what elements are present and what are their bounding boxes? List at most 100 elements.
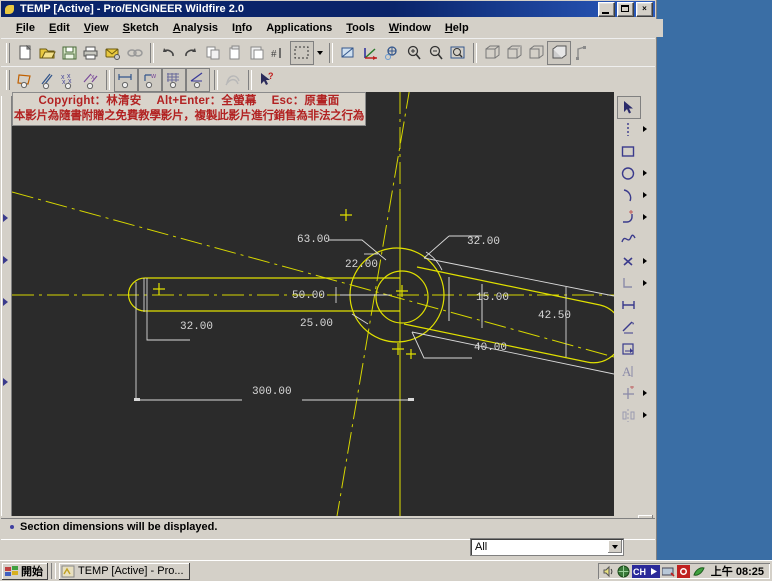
- paste-icon[interactable]: [246, 42, 268, 64]
- sketch-line-thickness-icon[interactable]: [36, 69, 58, 91]
- undo-icon[interactable]: [158, 42, 180, 64]
- sketch-vertices-icon[interactable]: xxxx: [58, 69, 80, 91]
- menu-item-tools[interactable]: Tools: [339, 20, 382, 36]
- status-message: Section dimensions will be displayed.: [20, 521, 218, 533]
- ime-record-icon[interactable]: [676, 564, 690, 578]
- display-no-hidden-icon[interactable]: [525, 42, 547, 64]
- new-file-icon[interactable]: [14, 42, 36, 64]
- help-pointer-icon[interactable]: ?: [256, 69, 278, 91]
- zoom-out-icon[interactable]: [425, 42, 447, 64]
- select-arrow-icon[interactable]: [617, 95, 641, 119]
- link-icon[interactable]: [124, 42, 146, 64]
- sketch-grid-icon[interactable]: [162, 68, 186, 92]
- start-button[interactable]: 開始: [2, 562, 48, 580]
- menu-item-info[interactable]: Info: [225, 20, 259, 36]
- menu-item-analysis[interactable]: Analysis: [166, 20, 225, 36]
- left-panel-expander-top[interactable]: [1, 96, 12, 292]
- arc-icon[interactable]: [617, 185, 639, 206]
- point-icon[interactable]: [617, 251, 639, 272]
- text-icon[interactable]: A: [617, 361, 639, 382]
- trim-icon[interactable]: [617, 383, 639, 404]
- find-icon[interactable]: #: [268, 42, 290, 64]
- use-edge-icon[interactable]: [617, 273, 639, 294]
- repaint-icon[interactable]: [337, 42, 359, 64]
- taskbar-item-proe[interactable]: TEMP [Active] - Pro...: [59, 562, 190, 580]
- circle-more-chevron-right-icon[interactable]: [639, 163, 650, 184]
- left-panel-expander-bottom[interactable]: [1, 292, 12, 516]
- menu-item-file[interactable]: File: [9, 20, 42, 36]
- menu-item-help[interactable]: Help: [438, 20, 476, 36]
- open-file-icon[interactable]: [36, 42, 58, 64]
- display-hidden-line-icon[interactable]: [503, 42, 525, 64]
- network-icon[interactable]: [617, 565, 630, 578]
- dimension-label: 32.00: [467, 236, 500, 248]
- sketch-canvas[interactable]: 63.00 32.00 22.00 50.00 15.00 42.50 25.0…: [12, 92, 614, 516]
- selection-filter-combo[interactable]: All: [470, 538, 624, 556]
- mirror-more-chevron-right-icon[interactable]: [639, 405, 650, 426]
- menu-item-sketch[interactable]: Sketch: [116, 20, 166, 36]
- svg-text:?: ?: [268, 72, 274, 81]
- app-logo-icon: [3, 3, 17, 16]
- refit-icon[interactable]: [447, 42, 469, 64]
- start-label: 開始: [21, 566, 43, 578]
- redo-icon[interactable]: [180, 42, 202, 64]
- vtool-row-point: [617, 250, 654, 272]
- print-icon[interactable]: [80, 42, 102, 64]
- save-icon[interactable]: [58, 42, 80, 64]
- dimension-icon[interactable]: [617, 295, 639, 316]
- copy-icon[interactable]: [224, 42, 246, 64]
- toolbar-grip-2[interactable]: [4, 70, 11, 90]
- constraint-icon[interactable]: [617, 339, 639, 360]
- sketch-shaded-closed-loop-icon[interactable]: [14, 69, 36, 91]
- cut-icon[interactable]: [202, 42, 224, 64]
- spline-icon[interactable]: [617, 229, 639, 250]
- filter-chevron-down-icon[interactable]: [608, 540, 622, 553]
- dimension-label: 32.00: [180, 321, 213, 333]
- modify-dimension-icon[interactable]: [617, 317, 639, 338]
- point-more-chevron-right-icon[interactable]: [639, 251, 650, 272]
- fillet-icon[interactable]: [617, 207, 639, 228]
- use-edge-more-chevron-right-icon[interactable]: [639, 273, 650, 294]
- select-rect-icon[interactable]: [290, 40, 314, 65]
- ime-input-icon[interactable]: [646, 564, 660, 578]
- copyright-line-1: Copyright：林清安 Alt+Enter：全螢幕 Esc：原畫面: [38, 95, 340, 107]
- display-wireframe-icon[interactable]: [481, 42, 503, 64]
- datum-display-icon[interactable]: [571, 42, 593, 64]
- maximize-button[interactable]: [617, 2, 634, 17]
- system-tray: CH 上午 08:25: [598, 563, 770, 579]
- menu-item-window[interactable]: Window: [382, 20, 438, 36]
- fillet-more-chevron-right-icon[interactable]: [639, 207, 650, 228]
- menu-item-edit[interactable]: Edit: [42, 20, 77, 36]
- rectangle-icon[interactable]: [617, 141, 639, 162]
- display-shaded-icon[interactable]: [547, 40, 571, 65]
- antivirus-icon[interactable]: [692, 565, 705, 578]
- toolbar-grip[interactable]: [4, 42, 11, 63]
- minimize-button[interactable]: [598, 2, 615, 17]
- spin-center-icon[interactable]: [359, 42, 381, 64]
- volume-icon[interactable]: [602, 565, 615, 578]
- sketch-shade-icon[interactable]: [222, 69, 244, 91]
- menu-item-applications[interactable]: Applications: [259, 20, 339, 36]
- taskbar: 開始 TEMP [Active] - Pro... CH 上午 08:25: [0, 560, 772, 581]
- menu-item-view[interactable]: View: [77, 20, 116, 36]
- select-dropdown-chevron-down-icon[interactable]: [314, 42, 325, 64]
- sketch-constraints-icon[interactable]: x: [80, 69, 102, 91]
- trim-more-chevron-right-icon[interactable]: [639, 383, 650, 404]
- line-icon[interactable]: [617, 119, 639, 140]
- copyright-banner: Copyright：林清安 Alt+Enter：全螢幕 Esc：原畫面 本影片為…: [12, 92, 366, 126]
- orientation-icon[interactable]: [381, 42, 403, 64]
- circle-icon[interactable]: [617, 163, 639, 184]
- mirror-icon[interactable]: [617, 405, 639, 426]
- zoom-in-icon[interactable]: [403, 42, 425, 64]
- ime-keyboard-icon[interactable]: [661, 565, 675, 578]
- sketch-dimensions-icon[interactable]: [114, 68, 138, 92]
- sketch-section-icon[interactable]: [186, 68, 210, 92]
- arc-more-chevron-right-icon[interactable]: [639, 185, 650, 206]
- close-button[interactable]: ×: [636, 2, 653, 17]
- mail-icon[interactable]: [102, 42, 124, 64]
- graphics-window[interactable]: 63.00 32.00 22.00 50.00 15.00 42.50 25.0…: [12, 92, 614, 516]
- title-bar[interactable]: TEMP [Active] - Pro/ENGINEER Wildfire 2.…: [1, 1, 655, 17]
- sketch-weak-dim-icon[interactable]: w: [138, 68, 162, 92]
- ime-ch-icon[interactable]: CH: [631, 564, 647, 578]
- line-more-chevron-right-icon[interactable]: [639, 119, 650, 140]
